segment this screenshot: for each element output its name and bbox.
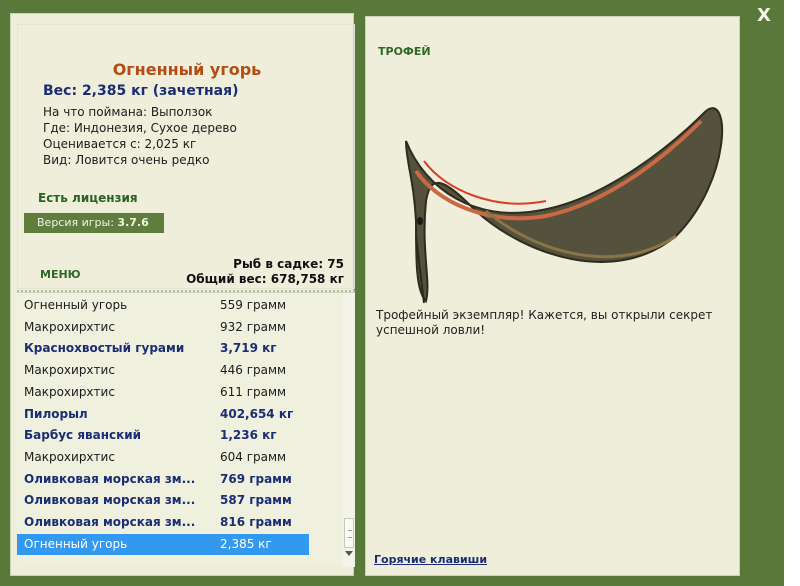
catch-list-row[interactable]: Огненный угорь 559 грамм: [17, 295, 309, 316]
catch-list[interactable]: Огненный угорь 559 грамм Макрохирхтис 932 г…: [17, 292, 355, 567]
catch-list-row[interactable]: Огненный угорь 2,385 кг: [17, 533, 309, 555]
fish-title: Огненный угорь: [112, 60, 262, 79]
catch-fish-name: Оливковая морская зм...: [24, 471, 196, 486]
catch-fish-weight: 1,236 кг: [220, 428, 277, 443]
catch-fish-name: Краснохвостый гурами: [24, 341, 185, 356]
catch-fish-weight: 559 грамм: [220, 298, 287, 312]
catch-list-row[interactable]: Оливковая морская зм... 769 грамм: [17, 469, 309, 490]
catch-list-row[interactable]: Макрохирхтис 604 грамм: [17, 447, 309, 468]
fish-count: Рыб в садке: 75: [233, 257, 344, 271]
catch-fish-weight: 2,385 кг: [220, 536, 272, 551]
close-button[interactable]: X: [752, 4, 776, 28]
trophy-description: Трофейный экземпляр! Кажется, вы открыли…: [376, 308, 713, 337]
catch-fish-name: Макрохирхтис: [24, 363, 115, 378]
catch-fish-name: Макрохирхтис: [24, 319, 115, 334]
catch-list-row[interactable]: Макрохирхтис 611 грамм: [17, 382, 309, 403]
trophy-panel: ТРОФЕЙ Трофейный экземпляр! Кажется, вы …: [365, 16, 740, 576]
catch-fish-name: Макрохирхтис: [24, 384, 115, 399]
rarity-info: Вид: Ловится очень редко: [43, 153, 210, 167]
catch-fish-name: Оливковая морская зм...: [24, 493, 196, 508]
fish-weight: Вес: 2,385 кг (зачетная): [43, 83, 239, 99]
catch-fish-weight: 769 грамм: [220, 471, 292, 486]
hotkeys-link[interactable]: Горячие клавиши: [374, 553, 487, 566]
catch-fish-name: Барбус яванский: [24, 428, 142, 443]
cage-stats: Рыб в садке: 75 Общий вес: 678,758 кг: [186, 257, 344, 287]
version-value: 3.7.6: [117, 216, 149, 229]
version-label: Версия игры:: [37, 216, 114, 229]
bait-info: На что поймана: Выползок: [43, 105, 213, 119]
fish-info-box: Огненный угорь Вес: 2,385 кг (зачетная) …: [17, 24, 355, 289]
total-weight: Общий вес: 678,758 кг: [186, 272, 344, 286]
valuation-info: Оценивается с: 2,025 кг: [43, 137, 197, 151]
menu-button[interactable]: МЕНЮ: [40, 268, 81, 281]
catch-fish-weight: 611 грамм: [220, 384, 287, 399]
catch-info-panel: Огненный угорь Вес: 2,385 кг (зачетная) …: [10, 13, 355, 576]
grip-icon: [348, 530, 352, 538]
catch-fish-weight: 402,654 кг: [220, 406, 294, 421]
fish-image: [405, 107, 724, 304]
catch-fish-name: Пилорыл: [24, 406, 88, 421]
catch-list-row[interactable]: Макрохирхтис 932 грамм: [17, 317, 309, 338]
catch-fish-name: Оливковая морская зм...: [24, 515, 196, 529]
catch-list-row[interactable]: Барбус яванский 1,236 кг: [17, 425, 309, 446]
catch-fish-weight: 446 грамм: [220, 363, 287, 378]
license-status: Есть лицензия: [38, 191, 138, 205]
scrollbar-thumb[interactable]: [344, 518, 354, 548]
catch-fish-name: Огненный угорь: [24, 536, 128, 551]
catch-list-row[interactable]: Макрохирхтис 446 грамм: [17, 360, 309, 381]
catch-fish-weight: 3,719 кг: [220, 341, 277, 356]
scrollbar[interactable]: [343, 293, 355, 567]
catch-fish-weight: 587 грамм: [220, 493, 292, 508]
catch-fish-name: Огненный угорь: [24, 298, 128, 312]
catch-fish-weight: 604 грамм: [220, 449, 287, 464]
catch-fish-name: Макрохирхтис: [24, 449, 115, 464]
catch-list-row[interactable]: Краснохвостый гурами 3,719 кг: [17, 338, 309, 359]
catch-fish-weight: 932 грамм: [220, 319, 287, 334]
location-info: Где: Индонезия, Сухое дерево: [43, 121, 237, 135]
game-version-badge: Версия игры: 3.7.6: [24, 213, 164, 233]
scroll-down-arrow-icon[interactable]: [345, 551, 353, 556]
catch-list-row[interactable]: Пилорыл 402,654 кг: [17, 404, 309, 425]
catch-list-row[interactable]: Оливковая морская зм... 816 грамм: [17, 512, 309, 533]
catch-fish-weight: 816 грамм: [220, 515, 292, 529]
catch-list-row[interactable]: Оливковая морская зм... 587 грамм: [17, 490, 309, 511]
